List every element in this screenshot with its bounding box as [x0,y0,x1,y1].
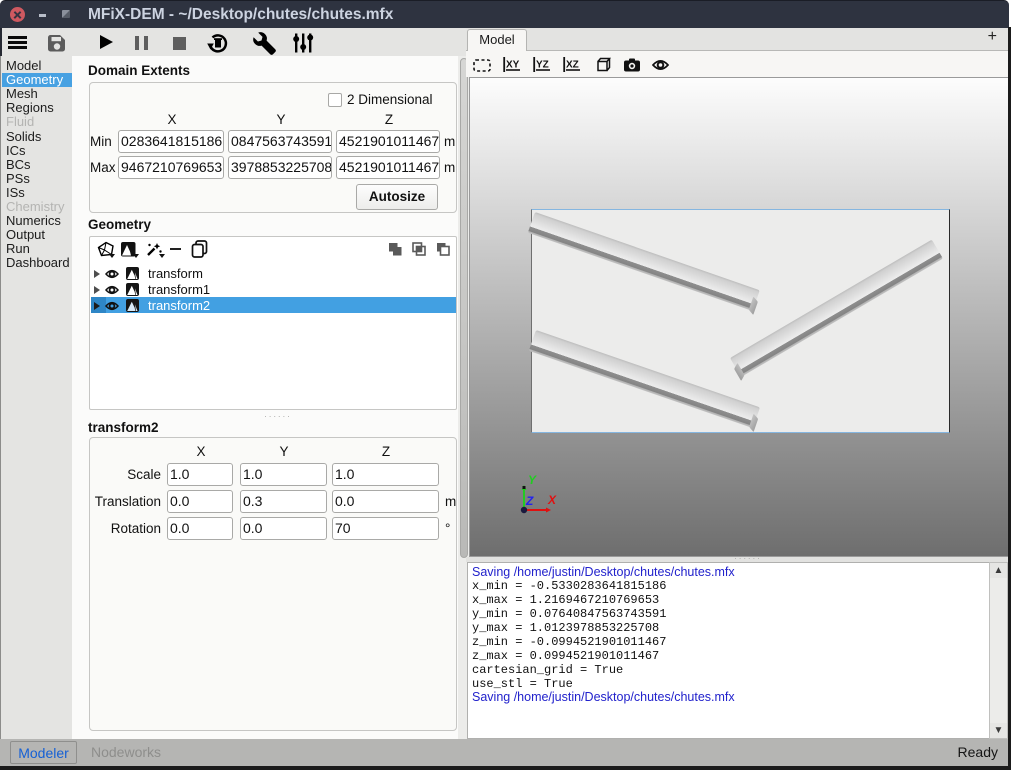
svg-text:XZ: XZ [566,60,579,71]
svg-text:Z: Z [525,494,534,508]
svg-text:X: X [547,493,557,507]
svg-text:XY: XY [506,60,520,71]
svg-text:YZ: YZ [536,60,549,71]
svg-text:Y: Y [528,473,537,487]
